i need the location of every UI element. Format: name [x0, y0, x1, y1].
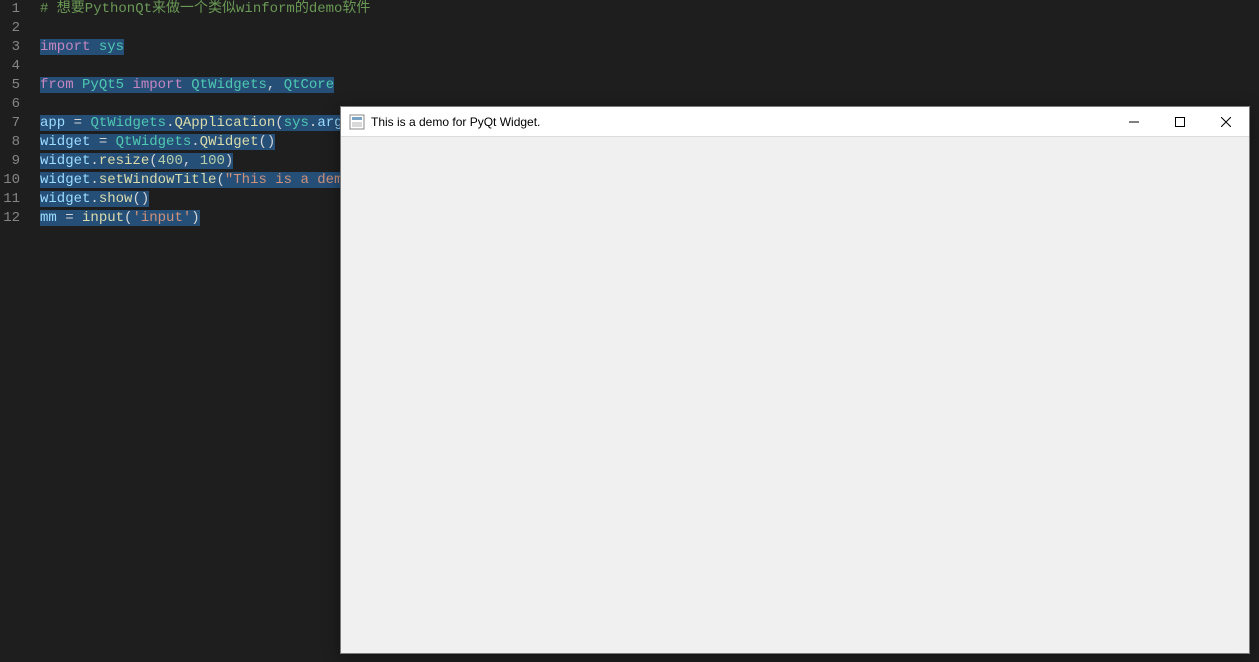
window-body[interactable]	[341, 137, 1249, 653]
code-token: from	[40, 77, 74, 93]
code-token: QApplication	[174, 115, 275, 131]
line-number: 6	[0, 95, 20, 114]
code-token: 'input'	[132, 210, 191, 226]
code-line[interactable]: # 想要PythonQt来做一个类似winform的demo软件	[40, 0, 1259, 19]
close-button[interactable]	[1203, 107, 1249, 137]
code-token	[74, 77, 82, 93]
line-number: 12	[0, 209, 20, 228]
code-token: QtCore	[284, 77, 334, 93]
code-token: (	[275, 115, 283, 131]
line-number: 9	[0, 152, 20, 171]
minimize-button[interactable]	[1111, 107, 1157, 137]
code-token: input	[82, 210, 124, 226]
code-token: widget	[40, 153, 90, 169]
code-token: resize	[99, 153, 149, 169]
code-token: (	[149, 153, 157, 169]
window-title: This is a demo for PyQt Widget.	[371, 115, 1111, 129]
line-number-gutter: 123456789101112	[0, 0, 30, 662]
code-token: QWidget	[200, 134, 259, 150]
code-token: QtWidgets	[191, 77, 267, 93]
line-number: 10	[0, 171, 20, 190]
line-number: 8	[0, 133, 20, 152]
code-token: =	[65, 115, 90, 131]
code-token: import	[40, 39, 90, 55]
code-token: setWindowTitle	[99, 172, 217, 188]
code-token: )	[191, 210, 199, 226]
pyqt-window[interactable]: This is a demo for PyQt Widget.	[340, 106, 1250, 654]
code-token: (	[216, 172, 224, 188]
line-number: 11	[0, 190, 20, 209]
maximize-button[interactable]	[1157, 107, 1203, 137]
line-number: 7	[0, 114, 20, 133]
line-number: 3	[0, 38, 20, 57]
code-token: app	[40, 115, 65, 131]
code-token: mm	[40, 210, 57, 226]
code-token: PyQt5	[82, 77, 124, 93]
code-line[interactable]	[40, 57, 1259, 76]
line-number: 4	[0, 57, 20, 76]
code-token: widget	[40, 134, 90, 150]
code-token: widget	[40, 172, 90, 188]
line-number: 5	[0, 76, 20, 95]
code-token: ()	[258, 134, 275, 150]
code-token: .	[90, 172, 98, 188]
code-token: )	[225, 153, 233, 169]
app-icon	[349, 114, 365, 130]
code-token: sys	[284, 115, 309, 131]
code-token: =	[57, 210, 82, 226]
code-token: QtWidgets	[90, 115, 166, 131]
code-token: .	[90, 153, 98, 169]
line-number: 1	[0, 0, 20, 19]
code-token: 100	[200, 153, 225, 169]
code-token: ,	[183, 153, 200, 169]
code-token: 400	[158, 153, 183, 169]
code-token: widget	[40, 191, 90, 207]
code-token	[90, 39, 98, 55]
code-token: =	[90, 134, 115, 150]
code-token: # 想要PythonQt来做一个类似winform的demo软件	[40, 1, 370, 17]
code-line[interactable]: import sys	[40, 38, 1259, 57]
code-token	[183, 77, 191, 93]
code-line[interactable]: from PyQt5 import QtWidgets, QtCore	[40, 76, 1259, 95]
window-titlebar[interactable]: This is a demo for PyQt Widget.	[341, 107, 1249, 137]
code-line[interactable]	[40, 19, 1259, 38]
code-token: .	[191, 134, 199, 150]
code-token: import	[132, 77, 182, 93]
window-controls	[1111, 107, 1249, 136]
code-token: ,	[267, 77, 284, 93]
code-token: .	[90, 191, 98, 207]
code-token: ()	[132, 191, 149, 207]
code-token: QtWidgets	[116, 134, 192, 150]
code-token: sys	[99, 39, 124, 55]
line-number: 2	[0, 19, 20, 38]
code-token: show	[99, 191, 133, 207]
